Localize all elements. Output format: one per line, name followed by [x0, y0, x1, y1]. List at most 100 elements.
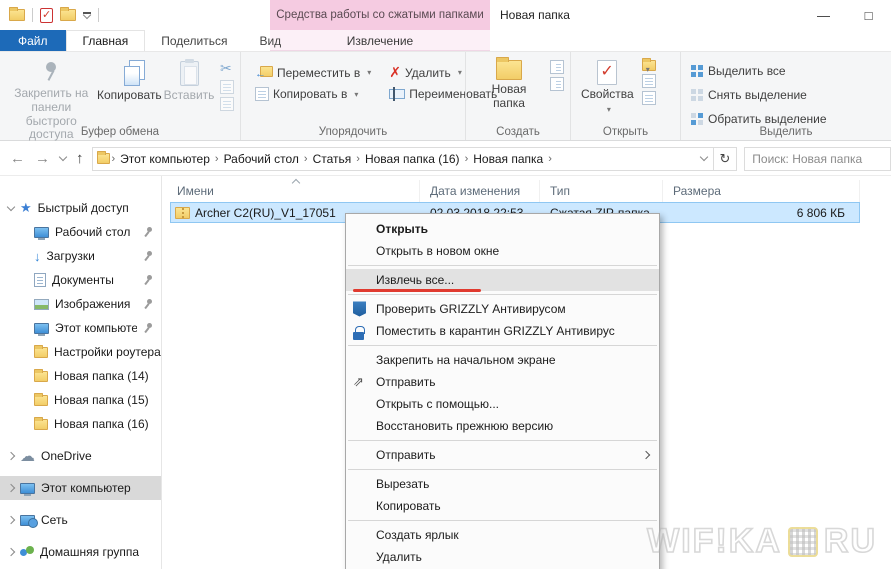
sidebar-item-downloads[interactable]: ↓ Загрузки [0, 244, 161, 268]
pin-icon [143, 227, 153, 237]
chevron-right-icon[interactable] [7, 548, 15, 556]
sidebar-item-network[interactable]: Сеть [0, 508, 161, 532]
folder-icon[interactable] [60, 9, 76, 21]
forward-icon[interactable]: → [35, 150, 50, 167]
sidebar-item-router-settings[interactable]: Настройки роутера [0, 340, 161, 364]
history-icon[interactable] [642, 91, 656, 105]
tab-share[interactable]: Поделиться [145, 30, 243, 51]
copy-to-button[interactable]: Копировать в [251, 85, 375, 103]
chevron-right-icon[interactable] [7, 452, 15, 460]
folder-icon [34, 347, 48, 358]
new-item-icon[interactable] [550, 60, 564, 74]
menu-item-share[interactable]: ⇗ Отправить [346, 371, 659, 393]
customize-toolbar-icon[interactable] [83, 12, 91, 18]
column-header-date[interactable]: Дата изменения [420, 180, 540, 202]
group-label-open: Открыть [571, 126, 680, 138]
breadcrumb-this-pc[interactable]: Этот компьютер [117, 152, 213, 166]
column-header-name[interactable]: Имени [170, 180, 420, 202]
sidebar-item-this-pc-pinned[interactable]: Этот компьютер [0, 316, 161, 340]
sidebar-item-new-folder-14[interactable]: Новая папка (14) [0, 364, 161, 388]
new-folder-button[interactable]: Новая папка [470, 56, 548, 115]
paste-button[interactable]: Вставить [160, 56, 218, 107]
menu-item-open[interactable]: Открыть [346, 218, 659, 240]
breadcrumb-article[interactable]: Статья [310, 152, 355, 166]
minimize-button[interactable]: — [801, 0, 846, 30]
select-all-icon [691, 65, 704, 78]
sidebar-item-onedrive[interactable]: ☁ OneDrive [0, 444, 161, 468]
divider [98, 8, 99, 22]
sidebar-item-documents[interactable]: Документы [0, 268, 161, 292]
chevron-right-icon[interactable] [7, 484, 15, 492]
copy-icon [118, 60, 140, 86]
copy-path-icon[interactable] [220, 80, 234, 94]
refresh-icon[interactable]: ↻ [714, 147, 738, 171]
up-icon[interactable]: ↑ [76, 150, 84, 167]
folder-icon[interactable] [9, 9, 25, 21]
menu-item-quarantine-antivirus[interactable]: Поместить в карантин GRIZZLY Антивирус [346, 320, 659, 342]
chevron-right-icon[interactable] [7, 516, 15, 524]
tab-home[interactable]: Главная [66, 30, 146, 51]
column-header-type[interactable]: Тип [540, 180, 663, 202]
sidebar-item-pictures[interactable]: Изображения [0, 292, 161, 316]
file-name: Archer C2(RU)_V1_17051 [195, 206, 336, 220]
share-icon: ⇗ [353, 374, 364, 390]
menu-item-pin-to-start[interactable]: Закрепить на начальном экране [346, 349, 659, 371]
sidebar-item-new-folder-16[interactable]: Новая папка (16) [0, 412, 161, 436]
open-icon[interactable] [642, 60, 656, 71]
delete-x-icon: ✗ [389, 64, 401, 81]
menu-item-send-to[interactable]: Отправить [346, 444, 659, 466]
menu-item-copy[interactable]: Копировать [346, 495, 659, 517]
menu-item-delete[interactable]: Удалить [346, 546, 659, 568]
tab-extract[interactable]: Извлечение [270, 30, 490, 51]
group-label-organize: Упорядочить [241, 126, 465, 138]
group-label-clipboard: Буфер обмена [0, 126, 240, 138]
address-dropdown-icon[interactable] [699, 153, 707, 161]
breadcrumb-separator-icon: › [213, 153, 221, 165]
select-all-button[interactable]: Выделить все [687, 62, 831, 80]
menu-separator [348, 265, 657, 266]
menu-item-restore-previous[interactable]: Восстановить прежнюю версию [346, 415, 659, 437]
sidebar-item-this-pc[interactable]: Этот компьютер [0, 476, 161, 500]
select-none-button[interactable]: Снять выделение [687, 86, 831, 104]
search-input[interactable] [752, 152, 883, 166]
sort-ascending-icon [292, 179, 300, 187]
menu-item-open-with[interactable]: Открыть с помощью... [346, 393, 659, 415]
cut-icon[interactable]: ✂ [220, 60, 234, 77]
move-to-button[interactable]: ← Переместить в [251, 62, 375, 83]
search-box[interactable] [744, 147, 891, 171]
sidebar-item-new-folder-15[interactable]: Новая папка (15) [0, 388, 161, 412]
chevron-down-icon[interactable] [7, 202, 15, 210]
maximize-button[interactable]: □ [846, 0, 891, 30]
recent-locations-icon[interactable] [59, 153, 67, 161]
properties-button[interactable]: Свойства [575, 56, 640, 118]
menu-item-cut[interactable]: Вырезать [346, 473, 659, 495]
easy-access-icon[interactable] [550, 77, 564, 91]
window-title: Новая папка [500, 0, 570, 30]
group-label-create: Создать [466, 126, 570, 138]
back-icon[interactable]: ← [10, 150, 25, 167]
sidebar-item-desktop[interactable]: Рабочий стол [0, 220, 161, 244]
menu-item-extract-all[interactable]: Извлечь все... [346, 269, 659, 291]
sidebar-item-quick-access[interactable]: ★ Быстрый доступ [0, 196, 161, 220]
paste-shortcut-icon[interactable] [220, 97, 234, 111]
tab-file[interactable]: Файл [0, 30, 66, 51]
ribbon-group-select: Выделить все Снять выделение Обратить вы… [680, 52, 891, 140]
properties-check-icon[interactable] [40, 8, 53, 23]
menu-item-open-new-window[interactable]: Открыть в новом окне [346, 240, 659, 262]
copy-button[interactable]: Копировать [99, 56, 160, 107]
pin-icon [143, 299, 153, 309]
breadcrumb-desktop[interactable]: Рабочий стол [221, 152, 302, 166]
menu-item-scan-antivirus[interactable]: Проверить GRIZZLY Антивирусом [346, 298, 659, 320]
homegroup-icon [20, 546, 34, 558]
contextual-tab-header: Средства работы со сжатыми папками [270, 0, 490, 30]
breadcrumb-separator-icon: › [546, 153, 554, 165]
breadcrumb-new-folder-16[interactable]: Новая папка (16) [362, 152, 463, 166]
edit-icon[interactable] [642, 74, 656, 88]
pin-icon [143, 323, 153, 333]
address-bar[interactable]: › Этот компьютер › Рабочий стол › Статья… [92, 147, 714, 171]
breadcrumb-new-folder[interactable]: Новая папка [470, 152, 546, 166]
menu-item-create-shortcut[interactable]: Создать ярлык [346, 524, 659, 546]
folder-icon [34, 371, 48, 382]
column-header-size[interactable]: Размера [663, 180, 860, 202]
sidebar-item-homegroup[interactable]: Домашняя группа [0, 540, 161, 564]
